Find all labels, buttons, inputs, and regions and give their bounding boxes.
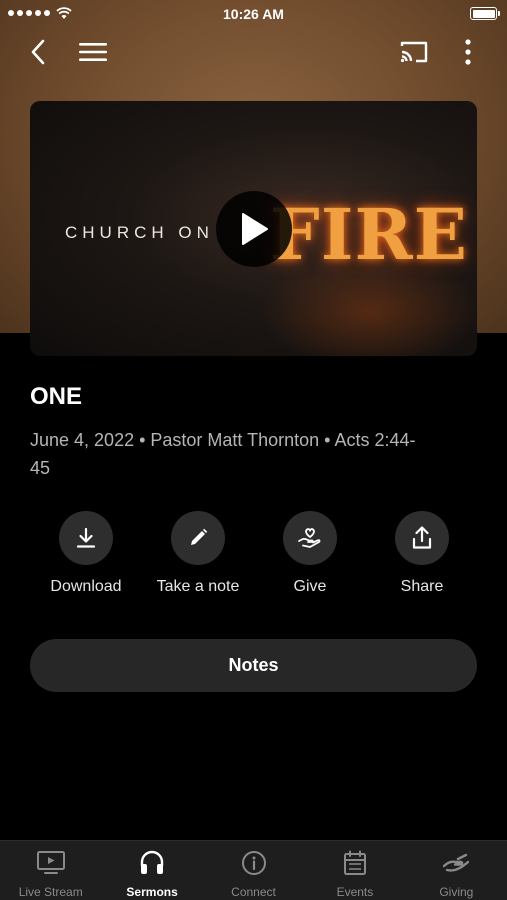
- share-icon: [412, 526, 432, 549]
- hero-title-right: FIRE: [270, 193, 468, 276]
- hamburger-menu-icon: [79, 43, 107, 61]
- action-row: Download Take a note Give Share: [30, 511, 477, 611]
- more-options-button[interactable]: [450, 34, 486, 70]
- sermon-meta: June 4, 2022 • Pastor Matt Thornton • Ac…: [30, 430, 416, 478]
- download-button[interactable]: Download: [30, 511, 142, 596]
- battery-icon: [470, 7, 500, 20]
- download-circle: [59, 511, 113, 565]
- tab-connect-label: Connect: [231, 885, 276, 899]
- give-circle: [283, 511, 337, 565]
- tab-giving[interactable]: Giving: [406, 841, 507, 900]
- give-button[interactable]: Give: [254, 511, 366, 596]
- play-button[interactable]: [216, 191, 292, 267]
- tab-events-label: Events: [336, 885, 374, 899]
- menu-button[interactable]: [75, 34, 111, 70]
- headphones-icon: [140, 850, 164, 874]
- share-circle: [395, 511, 449, 565]
- heart-hand-icon: [298, 528, 321, 548]
- more-vertical-icon: [465, 39, 471, 65]
- download-icon: [76, 527, 96, 548]
- info-circle-icon: [241, 851, 266, 875]
- status-bar: 10:26 AM: [0, 0, 507, 28]
- sermon-video-thumbnail[interactable]: CHURCH ON FIRE: [30, 101, 477, 356]
- take-note-label: Take a note: [156, 578, 240, 595]
- cast-icon: [400, 41, 428, 63]
- notes-button-label: Notes: [228, 655, 279, 675]
- take-note-button[interactable]: Take a note: [142, 511, 254, 596]
- status-time: 10:26 AM: [223, 6, 284, 22]
- tab-connect[interactable]: Connect: [203, 841, 304, 900]
- sermon-title: ONE: [30, 383, 83, 410]
- tv-play-icon: [36, 851, 65, 874]
- tab-live-stream[interactable]: Live Stream: [0, 841, 101, 900]
- calendar-icon: [343, 850, 366, 875]
- download-label: Download: [50, 578, 122, 595]
- notes-button[interactable]: Notes: [30, 639, 477, 692]
- tab-giving-label: Giving: [439, 885, 474, 899]
- tab-live-stream-label: Live Stream: [18, 885, 83, 899]
- share-label: Share: [400, 578, 444, 595]
- chevron-left-icon: [31, 39, 45, 65]
- share-button[interactable]: Share: [366, 511, 478, 596]
- hero-title-left: CHURCH ON: [65, 223, 214, 242]
- giving-hand-icon: [443, 853, 470, 872]
- tab-bar: Live Stream Sermons Connect Events Givin…: [0, 840, 507, 900]
- take-note-circle: [171, 511, 225, 565]
- tab-sermons-label: Sermons: [126, 885, 178, 899]
- play-icon: [242, 213, 268, 245]
- cast-button[interactable]: [396, 34, 432, 70]
- tab-events[interactable]: Events: [304, 841, 405, 900]
- back-button[interactable]: [20, 34, 56, 70]
- tab-sermons[interactable]: Sermons: [101, 841, 202, 900]
- pencil-icon: [191, 528, 208, 545]
- give-label: Give: [293, 578, 327, 595]
